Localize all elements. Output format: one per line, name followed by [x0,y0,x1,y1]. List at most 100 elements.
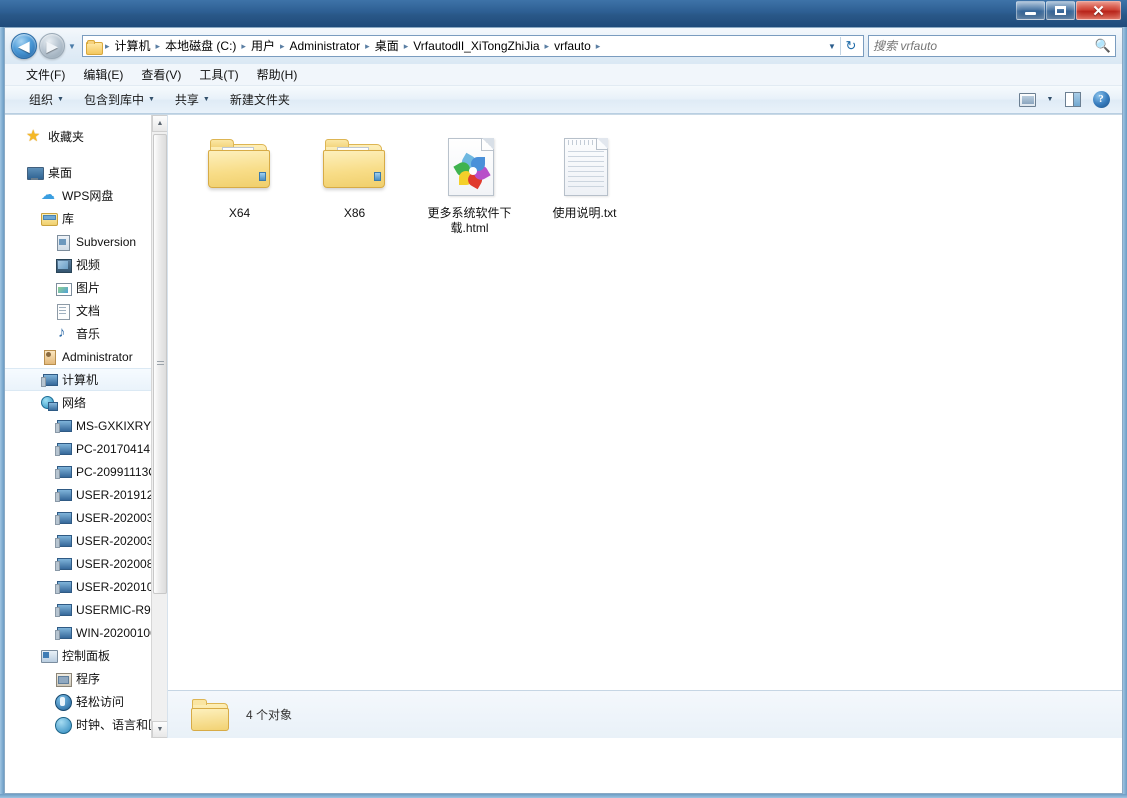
sidebar-item-label: 轻松访问 [76,695,125,709]
sidebar-item-network-computer[interactable]: PC-20170414PM [5,437,167,460]
item-count-label: 4 个对象 [246,708,293,722]
breadcrumb-separator[interactable]: ▸ [239,41,248,52]
sidebar-item-network-computer[interactable]: USER-20191220I [5,483,167,506]
breadcrumb-separator[interactable]: ▸ [402,41,411,52]
organize-button[interactable]: 组织 ▼ [19,87,74,112]
menu-file[interactable]: 文件(F) [17,64,74,85]
scroll-up-button[interactable]: ▲ [152,115,167,132]
sidebar-item-music[interactable]: 音乐 [5,322,167,345]
network-computer-icon [55,625,72,641]
file-item-x86[interactable]: X86 [297,129,412,239]
ease-of-access-icon [55,693,72,711]
sidebar-item-label: USER-20200326Y [76,533,163,548]
breadcrumb-computer[interactable]: 计算机 [112,36,154,56]
sidebar-item-libraries[interactable]: 库 [5,207,167,230]
breadcrumb-desktop[interactable]: 桌面 [372,36,402,56]
breadcrumb-separator[interactable]: ▸ [363,41,372,52]
sidebar-item-videos[interactable]: 视频 [5,253,167,276]
forward-button[interactable]: ▶ [39,33,65,59]
menu-tools[interactable]: 工具(T) [190,64,247,85]
sidebar-item-subversion[interactable]: Subversion [5,230,167,253]
include-in-library-button[interactable]: 包含到库中 ▼ [74,87,165,112]
new-folder-button[interactable]: 新建文件夹 [220,87,300,112]
sidebar-item-documents[interactable]: 文档 [5,299,167,322]
sidebar-item-label: 时钟、语言和区域 [76,718,163,732]
video-icon [55,257,72,273]
sidebar-item-wps-cloud[interactable]: WPS网盘 [5,184,167,207]
sidebar-item-label: USER-20191220I [76,487,163,502]
file-name-label: 使用说明.txt [552,206,617,220]
sidebar-item-label: 网络 [62,396,87,410]
search-input[interactable] [873,39,1095,53]
address-dropdown-icon[interactable]: ▼ [824,36,840,56]
sidebar-item-network-computer[interactable]: PC-20991113OJE [5,460,167,483]
back-button[interactable]: ◀ [11,33,37,59]
breadcrumb-separator[interactable]: ▸ [594,41,603,52]
view-mode-button[interactable] [1014,89,1040,111]
menu-edit[interactable]: 编辑(E) [74,64,132,85]
recent-locations-button[interactable]: ▼ [65,33,79,59]
search-icon: 🔍 [1094,38,1111,53]
sidebar-item-network-computer[interactable]: USER-20200814A [5,552,167,575]
file-item-x64[interactable]: X64 [182,129,297,239]
file-item-txt[interactable]: 使用说明.txt [527,129,642,239]
share-button[interactable]: 共享 ▼ [165,87,220,112]
minimize-button[interactable] [1016,1,1045,20]
sidebar-item-desktop[interactable]: 桌面 [5,161,167,184]
file-list-pane[interactable]: X64 X86 更多系统软件下载.html 使用说明.txt 4 个对象 [168,115,1122,738]
breadcrumb-separator[interactable]: ▸ [103,41,112,52]
breadcrumb-vrfautodll[interactable]: VrfautodlI_XiTongZhiJia [410,36,542,56]
sidebar-item-network-computer[interactable]: USERMIC-R9N2S [5,598,167,621]
scroll-down-button[interactable]: ▼ [152,721,167,738]
breadcrumb-users[interactable]: 用户 [248,36,278,56]
refresh-icon[interactable]: ↻ [841,36,861,56]
computer-icon [41,372,58,388]
sidebar-item-ease-of-access[interactable]: 轻松访问 [5,690,167,713]
sidebar-item-label: USER-20200320U [76,510,163,525]
sidebar-item-network-computer[interactable]: USER-20201017I [5,575,167,598]
file-item-html[interactable]: 更多系统软件下载.html [412,129,527,239]
sidebar-item-clock-language-region[interactable]: 时钟、语言和区域 [5,713,167,736]
sidebar-scrollbar[interactable]: ▲ ▼ [151,115,167,738]
sidebar-item-label: PC-20170414PM [76,441,163,456]
address-bar[interactable]: ▸ 计算机 ▸ 本地磁盘 (C:) ▸ 用户 ▸ Administrator ▸… [82,35,864,57]
sidebar-item-computer[interactable]: 计算机 [5,368,167,391]
scrollbar-thumb[interactable] [153,134,167,594]
breadcrumb-separator[interactable]: ▸ [543,41,552,52]
breadcrumb-separator[interactable]: ▸ [154,41,163,52]
title-bar[interactable]: ✕ [0,0,1127,27]
breadcrumb-local-disk[interactable]: 本地磁盘 (C:) [162,36,239,56]
menu-view[interactable]: 查看(V) [132,64,190,85]
menu-help[interactable]: 帮助(H) [248,64,307,85]
sidebar-item-favorites[interactable]: 收藏夹 [5,125,167,148]
sidebar-item-label: Subversion [76,234,137,249]
content-split: 收藏夹 桌面 WPS网盘 库 [5,114,1122,738]
help-button[interactable]: ? [1088,89,1114,111]
search-box[interactable]: 🔍 [868,35,1116,57]
maximize-button[interactable] [1046,1,1075,20]
sidebar-item-network-computer[interactable]: WIN-20200106G [5,621,167,644]
sidebar-item-programs[interactable]: 程序 [5,667,167,690]
sidebar-item-label: PC-20991113OJE [76,464,163,479]
view-mode-icon [1018,92,1036,107]
breadcrumb-separator[interactable]: ▸ [278,41,287,52]
sidebar-item-network-computer[interactable]: USER-20200320U [5,506,167,529]
control-panel-icon [41,648,58,664]
navigation-pane: 收藏夹 桌面 WPS网盘 库 [5,115,168,738]
breadcrumb-administrator[interactable]: Administrator [286,36,363,56]
subversion-icon [55,234,71,251]
sidebar-item-network-computer[interactable]: MS-GXKIXRYJLV [5,414,167,437]
network-icon [41,395,58,411]
sidebar-item-network[interactable]: 网络 [5,391,167,414]
close-button[interactable]: ✕ [1076,1,1121,20]
preview-pane-button[interactable] [1060,89,1086,111]
sidebar-item-pictures[interactable]: 图片 [5,276,167,299]
sidebar-item-network-computer[interactable]: USER-20200326Y [5,529,167,552]
breadcrumb-vrfauto[interactable]: vrfauto [551,36,594,56]
user-icon [41,349,57,365]
view-mode-dropdown[interactable]: ▼ [1042,89,1058,111]
sidebar-item-administrator[interactable]: Administrator [5,345,167,368]
share-label: 共享 [174,93,199,107]
sidebar-item-control-panel[interactable]: 控制面板 [5,644,167,667]
